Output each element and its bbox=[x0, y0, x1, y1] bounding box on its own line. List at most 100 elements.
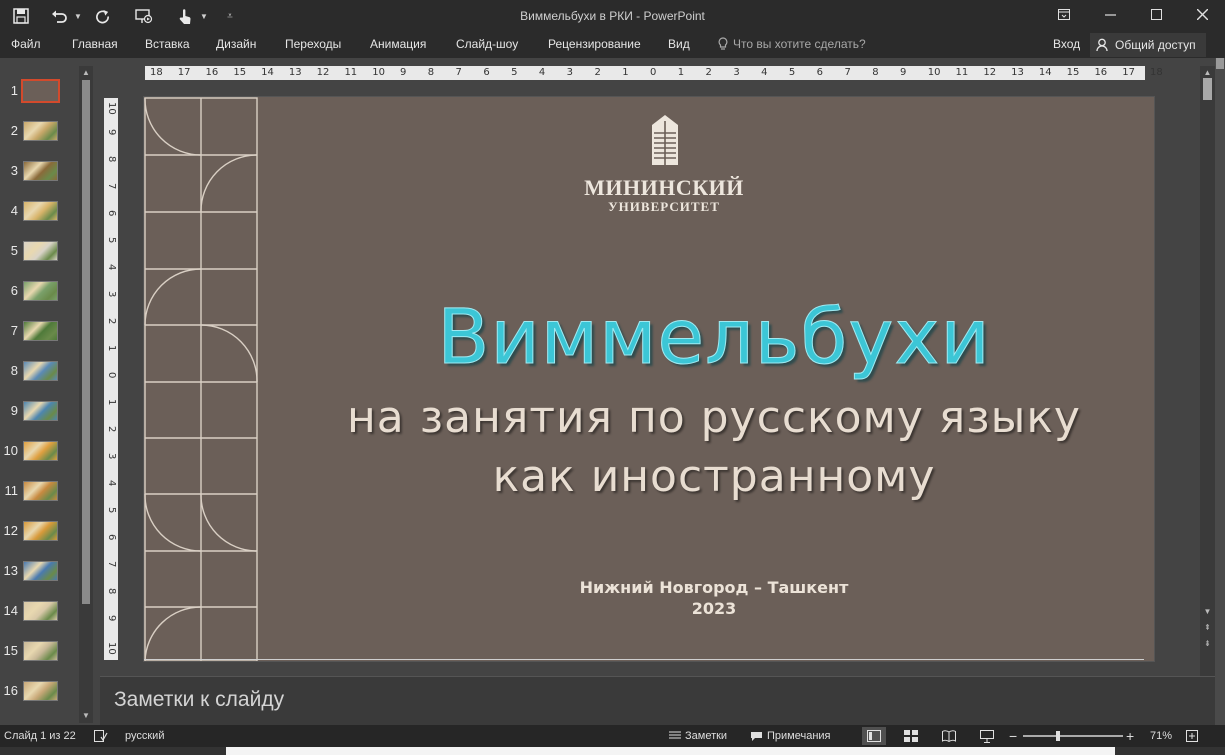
slide-thumbnail-image[interactable] bbox=[21, 79, 60, 103]
slide-thumbnail[interactable]: 14 bbox=[0, 601, 80, 625]
ribbon-display-options-button[interactable] bbox=[1041, 0, 1087, 28]
slide-subtitle-line1[interactable]: на занятия по русскому языку bbox=[264, 392, 1154, 443]
slide-thumbnail-image[interactable] bbox=[23, 281, 58, 301]
slide-thumbnail[interactable]: 7 bbox=[0, 321, 80, 345]
outer-scroll-thumb[interactable] bbox=[1216, 58, 1224, 69]
tab-design[interactable]: Дизайн bbox=[216, 37, 256, 51]
slide-thumbnail[interactable]: 2 bbox=[0, 121, 80, 145]
zoom-in-icon[interactable]: + bbox=[1126, 728, 1134, 744]
logo-line1: МИНИНСКИЙ bbox=[584, 175, 744, 200]
customize-qat-icon[interactable]: ⩡ bbox=[224, 3, 236, 29]
tab-transitions[interactable]: Переходы bbox=[285, 37, 341, 51]
slide-thumbnail-image[interactable] bbox=[23, 601, 58, 621]
minimize-button[interactable] bbox=[1087, 0, 1133, 28]
tab-home[interactable]: Главная bbox=[72, 37, 118, 51]
comments-toggle-button[interactable]: Примечания bbox=[750, 730, 831, 742]
zoom-level[interactable]: 71% bbox=[1150, 730, 1172, 742]
save-button[interactable] bbox=[6, 3, 36, 29]
slide-thumbnail-image[interactable] bbox=[23, 401, 58, 421]
slide-thumbnail[interactable]: 1 bbox=[0, 79, 80, 105]
slide-thumbnail-image[interactable] bbox=[23, 161, 58, 181]
tab-insert[interactable]: Вставка bbox=[145, 37, 190, 51]
slide-thumbnail-image[interactable] bbox=[23, 521, 58, 541]
slide-thumbnail[interactable]: 8 bbox=[0, 361, 80, 385]
fit-slide-button[interactable] bbox=[1180, 727, 1204, 745]
share-button[interactable]: Общий доступ bbox=[1090, 33, 1206, 57]
slide-sorter-view-button[interactable] bbox=[899, 727, 923, 745]
scroll-down-icon[interactable]: ▼ bbox=[1200, 606, 1215, 618]
slide-thumbnail[interactable]: 5 bbox=[0, 241, 80, 265]
tell-me-box[interactable]: Что вы хотите сделать? bbox=[718, 37, 866, 51]
slide-thumbnail[interactable]: 11 bbox=[0, 481, 80, 505]
start-slideshow-button[interactable] bbox=[126, 3, 162, 29]
thumbnail-scrollbar[interactable]: ▲ ▼ bbox=[79, 66, 93, 723]
ruler-tick-label: 6 bbox=[816, 67, 824, 78]
zoom-slider-thumb[interactable] bbox=[1056, 731, 1060, 741]
outer-scrollbar[interactable] bbox=[1215, 58, 1225, 725]
slide-scrollbar[interactable]: ▲ ▼ ⇞ ⇟ bbox=[1200, 66, 1215, 676]
slide-year[interactable]: 2023 bbox=[414, 599, 1014, 618]
ruler-tick-label: 7 bbox=[844, 67, 851, 78]
normal-view-button[interactable] bbox=[862, 727, 886, 745]
touch-mode-button[interactable] bbox=[172, 3, 198, 29]
ruler-tick-label: 2 bbox=[594, 67, 601, 78]
scroll-up-icon[interactable]: ▲ bbox=[79, 67, 93, 79]
maximize-button[interactable] bbox=[1133, 0, 1179, 28]
slide-thumbnail[interactable]: 9 bbox=[0, 401, 80, 425]
reading-view-button[interactable] bbox=[937, 727, 961, 745]
slide-thumbnail-image[interactable] bbox=[23, 561, 58, 581]
slide-thumbnail[interactable]: 3 bbox=[0, 161, 80, 185]
tell-me-placeholder: Что вы хотите сделать? bbox=[733, 37, 866, 51]
tab-view[interactable]: Вид bbox=[668, 37, 690, 51]
notes-pane[interactable]: Заметки к слайду bbox=[100, 676, 1215, 725]
tab-review[interactable]: Рецензирование bbox=[548, 37, 641, 51]
notes-toggle-button[interactable]: Заметки bbox=[669, 730, 727, 742]
slide-thumbnail[interactable]: 15 bbox=[0, 641, 80, 665]
sign-in-link[interactable]: Вход bbox=[1053, 37, 1080, 51]
zoom-out-icon[interactable]: − bbox=[1009, 728, 1017, 744]
slide-thumbnail-image[interactable] bbox=[23, 641, 58, 661]
slide-thumbnail-image[interactable] bbox=[23, 481, 58, 501]
slide-canvas[interactable]: МИНИНСКИЙ УНИВЕРСИТЕТ Виммельбухи на зан… bbox=[144, 97, 1154, 661]
ruler-tick-label: 11 bbox=[955, 67, 969, 78]
slide-thumbnail[interactable]: 12 bbox=[0, 521, 80, 545]
slide-place[interactable]: Нижний Новгород – Ташкент bbox=[414, 578, 1014, 597]
touch-dropdown-icon[interactable]: ▼ bbox=[198, 3, 210, 29]
tab-animations[interactable]: Анимация bbox=[370, 37, 426, 51]
language-indicator[interactable]: русский bbox=[125, 730, 164, 742]
slide-thumbnail-image[interactable] bbox=[23, 681, 58, 701]
close-button[interactable] bbox=[1179, 0, 1225, 28]
slide-thumbnail-number: 16 bbox=[3, 683, 18, 698]
slide-thumbnail[interactable]: 16 bbox=[0, 681, 80, 705]
spellcheck-icon[interactable] bbox=[94, 730, 108, 742]
scroll-thumb[interactable] bbox=[82, 80, 90, 604]
ruler-tick-label: 9 bbox=[106, 615, 117, 622]
scroll-down-icon[interactable]: ▼ bbox=[79, 710, 93, 722]
slide-subtitle-line2[interactable]: как иностранному bbox=[264, 451, 1154, 502]
slide-thumbnail[interactable]: 4 bbox=[0, 201, 80, 225]
slide-thumbnail-image[interactable] bbox=[23, 121, 58, 141]
slide-thumbnail[interactable]: 6 bbox=[0, 281, 80, 305]
slide-thumbnail[interactable]: 13 bbox=[0, 561, 80, 585]
person-icon bbox=[1096, 38, 1108, 52]
redo-button[interactable] bbox=[88, 3, 116, 29]
previous-slide-icon[interactable]: ⇞ bbox=[1200, 622, 1215, 634]
share-label: Общий доступ bbox=[1115, 38, 1196, 52]
tab-file[interactable]: Файл bbox=[11, 37, 41, 51]
slide-thumbnail[interactable]: 10 bbox=[0, 441, 80, 465]
slide-thumbnail-image[interactable] bbox=[23, 241, 58, 261]
slide-thumbnail-number: 5 bbox=[10, 243, 18, 258]
slide-thumbnail-image[interactable] bbox=[23, 201, 58, 221]
slide-thumbnail-image[interactable] bbox=[23, 441, 58, 461]
slide-thumbnail-image[interactable] bbox=[23, 361, 58, 381]
zoom-slider[interactable] bbox=[1023, 735, 1123, 737]
undo-button[interactable] bbox=[46, 3, 72, 29]
ruler-tick-label: 6 bbox=[106, 534, 117, 541]
undo-dropdown-icon[interactable]: ▼ bbox=[72, 3, 84, 29]
tab-slideshow[interactable]: Слайд-шоу bbox=[456, 37, 518, 51]
next-slide-icon[interactable]: ⇟ bbox=[1200, 638, 1215, 650]
slideshow-view-button[interactable] bbox=[975, 727, 999, 745]
scroll-thumb[interactable] bbox=[1203, 78, 1212, 100]
slide-title[interactable]: Виммельбухи bbox=[284, 292, 1144, 382]
slide-thumbnail-image[interactable] bbox=[23, 321, 58, 341]
